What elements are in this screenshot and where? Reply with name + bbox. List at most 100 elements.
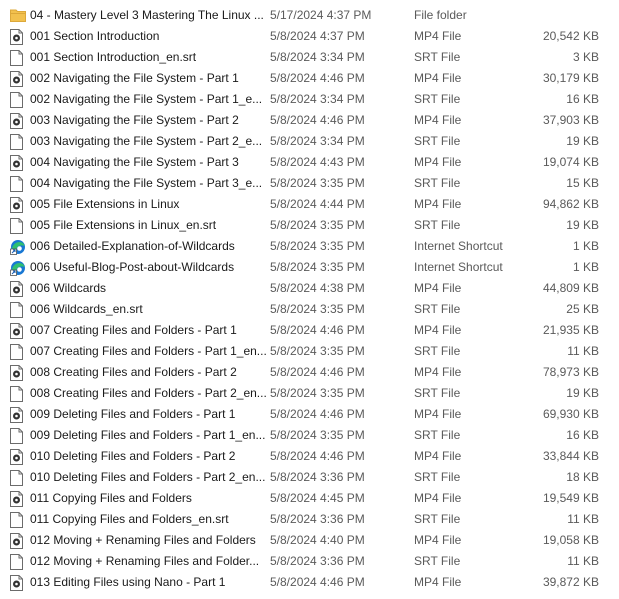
file-date-modified: 5/8/2024 3:35 PM — [270, 239, 365, 253]
file-type: MP4 File — [414, 533, 462, 547]
file-row[interactable]: 006 Wildcards 5/8/2024 4:38 PM MP4 File … — [0, 278, 619, 299]
file-row[interactable]: 012 Moving + Renaming Files and Folder..… — [0, 551, 619, 572]
file-name: 010 Deleting Files and Folders - Part 2_… — [30, 470, 266, 484]
file-type: MP4 File — [414, 323, 462, 337]
file-type: MP4 File — [414, 113, 462, 127]
file-row[interactable]: 011 Copying Files and Folders_en.srt 5/8… — [0, 509, 619, 530]
file-date-modified: 5/8/2024 3:35 PM — [270, 386, 365, 400]
file-row[interactable]: 004 Navigating the File System - Part 3_… — [0, 173, 619, 194]
file-type: SRT File — [414, 470, 461, 484]
file-date-modified: 5/8/2024 4:46 PM — [270, 449, 365, 463]
file-name: 010 Deleting Files and Folders - Part 2 — [30, 449, 236, 463]
file-row[interactable]: 006 Detailed-Explanation-of-Wildcards 5/… — [0, 236, 619, 257]
document-icon — [10, 554, 24, 570]
file-row[interactable]: 013 Editing Files using Nano - Part 1 5/… — [0, 572, 619, 593]
file-name: 006 Wildcards — [30, 281, 107, 295]
file-list: 04 - Mastery Level 3 Mastering The Linux… — [0, 0, 619, 599]
file-row[interactable]: 009 Deleting Files and Folders - Part 1 … — [0, 404, 619, 425]
file-size: 30,179 KB — [542, 71, 599, 85]
file-size: 18 KB — [566, 470, 599, 484]
video-file-icon — [10, 407, 24, 423]
file-name: 002 Navigating the File System - Part 1 — [30, 71, 239, 85]
file-row[interactable]: 004 Navigating the File System - Part 3 … — [0, 152, 619, 173]
file-row[interactable]: 012 Moving + Renaming Files and Folders … — [0, 530, 619, 551]
file-size: 20,542 KB — [542, 29, 599, 43]
file-name: 011 Copying Files and Folders — [30, 491, 192, 505]
file-type: MP4 File — [414, 365, 462, 379]
document-icon — [10, 512, 24, 528]
file-type: Internet Shortcut — [414, 260, 503, 274]
file-date-modified: 5/8/2024 4:46 PM — [270, 323, 365, 337]
document-icon — [10, 428, 24, 444]
file-name: 007 Creating Files and Folders - Part 1_… — [30, 344, 266, 358]
file-name: 006 Useful-Blog-Post-about-Wildcards — [30, 260, 235, 274]
file-row[interactable]: 007 Creating Files and Folders - Part 1_… — [0, 341, 619, 362]
file-size: 15 KB — [566, 176, 599, 190]
file-size: 19,549 KB — [542, 491, 599, 505]
video-file-icon — [10, 155, 24, 171]
document-icon — [10, 386, 24, 402]
file-type: SRT File — [414, 302, 461, 316]
file-row[interactable]: 003 Navigating the File System - Part 2_… — [0, 131, 619, 152]
file-type: SRT File — [414, 344, 461, 358]
file-name: 006 Detailed-Explanation-of-Wildcards — [30, 239, 235, 253]
video-file-icon — [10, 281, 24, 297]
video-file-icon — [10, 323, 24, 339]
file-row[interactable]: 010 Deleting Files and Folders - Part 2 … — [0, 446, 619, 467]
file-row[interactable]: 007 Creating Files and Folders - Part 1 … — [0, 320, 619, 341]
file-size: 44,809 KB — [542, 281, 599, 295]
file-size: 33,844 KB — [542, 449, 599, 463]
document-icon — [10, 344, 24, 360]
file-name: 04 - Mastery Level 3 Mastering The Linux… — [30, 8, 264, 22]
file-date-modified: 5/8/2024 4:46 PM — [270, 113, 365, 127]
file-size: 16 KB — [566, 92, 599, 106]
file-name: 009 Deleting Files and Folders - Part 1_… — [30, 428, 266, 442]
file-size: 11 KB — [567, 344, 599, 358]
file-size: 19 KB — [566, 218, 599, 232]
file-size: 19,058 KB — [542, 533, 599, 547]
file-date-modified: 5/8/2024 3:36 PM — [270, 554, 365, 568]
file-row[interactable]: 010 Deleting Files and Folders - Part 2_… — [0, 467, 619, 488]
file-row[interactable]: 005 File Extensions in Linux 5/8/2024 4:… — [0, 194, 619, 215]
file-type: MP4 File — [414, 575, 462, 589]
file-date-modified: 5/8/2024 3:34 PM — [270, 134, 365, 148]
file-row[interactable]: 006 Useful-Blog-Post-about-Wildcards 5/8… — [0, 257, 619, 278]
file-size: 37,903 KB — [542, 113, 599, 127]
file-row[interactable]: 002 Navigating the File System - Part 1 … — [0, 68, 619, 89]
file-name: 009 Deleting Files and Folders - Part 1 — [30, 407, 236, 421]
file-row[interactable]: 008 Creating Files and Folders - Part 2 … — [0, 362, 619, 383]
file-size: 1 KB — [572, 260, 599, 274]
file-row[interactable]: 001 Section Introduction_en.srt 5/8/2024… — [0, 47, 619, 68]
file-name: 013 Editing Files using Nano - Part 1 — [30, 575, 226, 589]
file-date-modified: 5/8/2024 3:35 PM — [270, 260, 365, 274]
document-icon — [10, 92, 24, 108]
file-size: 39,872 KB — [542, 575, 599, 589]
file-date-modified: 5/8/2024 4:46 PM — [270, 71, 365, 85]
internet-shortcut-icon — [10, 260, 25, 276]
file-row[interactable]: 006 Wildcards_en.srt 5/8/2024 3:35 PM SR… — [0, 299, 619, 320]
file-type: MP4 File — [414, 155, 462, 169]
file-name: 003 Navigating the File System - Part 2 — [30, 113, 239, 127]
file-name: 004 Navigating the File System - Part 3 — [30, 155, 239, 169]
file-name: 008 Creating Files and Folders - Part 2 — [30, 365, 237, 379]
file-row[interactable]: 001 Section Introduction 5/8/2024 4:37 P… — [0, 26, 619, 47]
file-row[interactable]: 04 - Mastery Level 3 Mastering The Linux… — [0, 5, 619, 26]
file-date-modified: 5/8/2024 4:46 PM — [270, 407, 365, 421]
video-file-icon — [10, 449, 24, 465]
video-file-icon — [10, 29, 24, 45]
file-row[interactable]: 003 Navigating the File System - Part 2 … — [0, 110, 619, 131]
video-file-icon — [10, 197, 24, 213]
file-size: 69,930 KB — [542, 407, 599, 421]
file-row[interactable]: 009 Deleting Files and Folders - Part 1_… — [0, 425, 619, 446]
file-type: MP4 File — [414, 407, 462, 421]
file-type: File folder — [414, 8, 467, 22]
file-date-modified: 5/8/2024 3:36 PM — [270, 512, 365, 526]
file-size: 1 KB — [572, 239, 599, 253]
file-name: 001 Section Introduction — [30, 29, 160, 43]
file-type: SRT File — [414, 428, 461, 442]
file-row[interactable]: 008 Creating Files and Folders - Part 2_… — [0, 383, 619, 404]
document-icon — [10, 134, 24, 150]
file-row[interactable]: 011 Copying Files and Folders 5/8/2024 4… — [0, 488, 619, 509]
file-row[interactable]: 005 File Extensions in Linux_en.srt 5/8/… — [0, 215, 619, 236]
file-row[interactable]: 002 Navigating the File System - Part 1_… — [0, 89, 619, 110]
